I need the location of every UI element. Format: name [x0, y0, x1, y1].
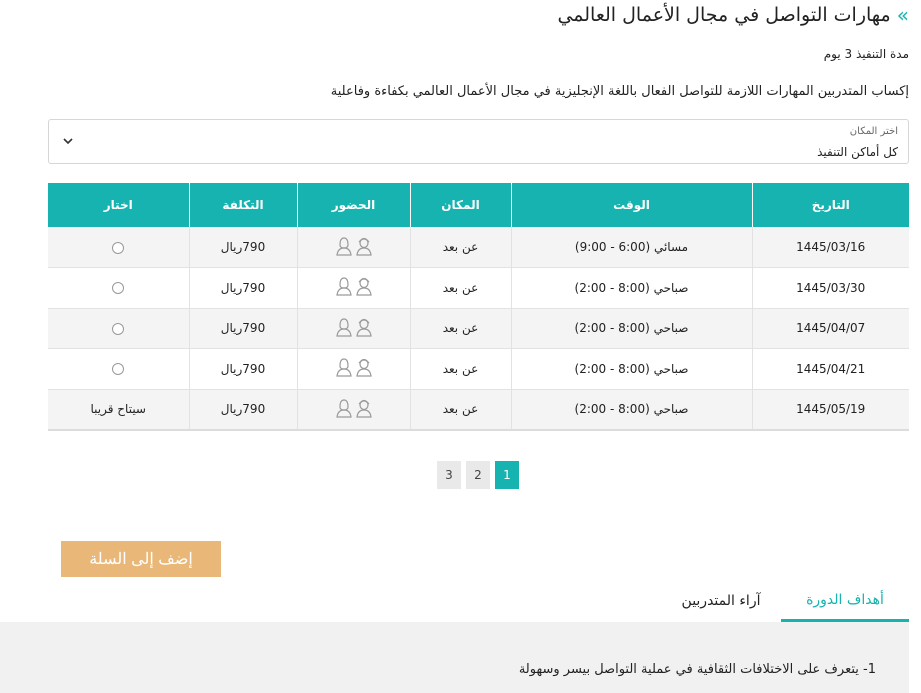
cell-cost: 790ريال	[188, 267, 297, 309]
attendance-icons	[335, 276, 373, 296]
female-icon	[335, 358, 352, 377]
female-icon	[335, 277, 352, 296]
course-title-row: » مهارات التواصل في مجال الأعمال العالمي	[557, 4, 909, 26]
attendance-icons	[335, 357, 373, 377]
female-icon	[335, 318, 352, 337]
table-row: 1445/05/19 صباحي (8:00 - 2:00) عن بعد 79…	[48, 389, 909, 431]
header-cost: التكلفة	[188, 183, 297, 227]
tab-trainee-reviews[interactable]: آراء المتدربين	[661, 580, 781, 622]
male-icon	[355, 237, 372, 256]
location-select-value: كل أماكن التنفيذ	[817, 145, 898, 159]
male-icon	[355, 359, 372, 377]
cell-date: 1445/04/21	[751, 348, 909, 390]
cell-attendance	[296, 389, 410, 431]
cell-time: صباحي (8:00 - 2:00)	[510, 348, 752, 390]
cell-attendance	[296, 308, 410, 349]
cell-time: صباحي (8:00 - 2:00)	[510, 308, 752, 349]
cell-attendance	[296, 348, 410, 390]
course-duration: مدة التنفيذ 3 يوم	[823, 47, 909, 61]
chevron-down-icon	[63, 138, 73, 145]
male-icon	[355, 278, 372, 296]
page-button-2[interactable]: 2	[466, 461, 490, 489]
cell-date: 1445/03/30	[751, 267, 909, 309]
cell-select-status: سيتاح قريبا	[48, 389, 189, 431]
attendance-icons	[335, 398, 373, 418]
female-icon	[335, 398, 352, 418]
location-select-label: اختر المكان	[849, 126, 898, 137]
cell-place: عن بعد	[409, 308, 511, 349]
cell-place: عن بعد	[409, 389, 511, 431]
cell-cost: 790ريال	[188, 389, 297, 431]
location-select[interactable]: اختر المكان كل أماكن التنفيذ	[48, 119, 909, 164]
cell-place: عن بعد	[409, 227, 511, 268]
table-row: 1445/04/07 صباحي (8:00 - 2:00) عن بعد 79…	[48, 308, 909, 349]
sessions-table: التاريخ الوقت المكان الحضور التكلفة اختا…	[48, 183, 909, 431]
pagination: 3 2 1	[437, 461, 519, 489]
attendance-icons	[335, 236, 373, 256]
header-time: الوقت	[510, 183, 752, 227]
double-chevron-icon: »	[896, 3, 909, 27]
cell-cost: 790ريال	[188, 227, 297, 268]
session-radio[interactable]	[112, 241, 125, 254]
cell-time: صباحي (8:00 - 2:00)	[510, 389, 752, 431]
session-radio[interactable]	[112, 322, 125, 335]
cell-cost: 790ريال	[188, 348, 297, 390]
cell-select	[48, 227, 189, 268]
tab-content-panel: 1- يتعرف على الاختلافات الثقافية في عملي…	[0, 622, 909, 693]
cell-time: مسائي (6:00 - 9:00)	[510, 227, 752, 268]
female-icon	[335, 236, 352, 256]
header-place: المكان	[409, 183, 511, 227]
cell-date: 1445/03/16	[751, 227, 909, 268]
page-button-3[interactable]: 3	[437, 461, 461, 489]
attendance-icons	[335, 317, 373, 337]
page-title: مهارات التواصل في مجال الأعمال العالمي	[557, 4, 891, 26]
cell-attendance	[296, 227, 410, 268]
course-description: إكساب المتدربين المهارات اللازمة للتواصل…	[330, 84, 909, 99]
cell-date: 1445/05/19	[751, 389, 909, 431]
male-icon	[355, 318, 372, 337]
table-row: 1445/03/30 صباحي (8:00 - 2:00) عن بعد 79…	[48, 267, 909, 309]
cell-time: صباحي (8:00 - 2:00)	[510, 267, 752, 309]
course-details-page: » مهارات التواصل في مجال الأعمال العالمي…	[0, 0, 921, 693]
tab-course-goals[interactable]: أهداف الدورة	[781, 580, 909, 622]
session-radio[interactable]	[112, 363, 125, 376]
goal-item: 1- يتعرف على الاختلافات الثقافية في عملي…	[518, 662, 876, 677]
header-date: التاريخ	[751, 183, 909, 227]
cell-cost: 790ريال	[188, 308, 297, 349]
course-tabs: أهداف الدورة آراء المتدربين	[12, 580, 909, 622]
table-row: 1445/03/16 مسائي (6:00 - 9:00) عن بعد 79…	[48, 227, 909, 268]
session-radio[interactable]	[112, 282, 125, 295]
male-icon	[355, 399, 372, 418]
add-to-cart-button[interactable]: إضف إلى السلة	[61, 541, 221, 577]
header-select: اختار	[48, 183, 189, 227]
cell-place: عن بعد	[409, 348, 511, 390]
cell-select	[48, 348, 189, 390]
header-attendance: الحضور	[296, 183, 410, 227]
cell-place: عن بعد	[409, 267, 511, 309]
table-row: 1445/04/21 صباحي (8:00 - 2:00) عن بعد 79…	[48, 348, 909, 390]
cell-attendance	[296, 267, 410, 309]
cell-date: 1445/04/07	[751, 308, 909, 349]
cell-select	[48, 267, 189, 309]
page-button-1[interactable]: 1	[495, 461, 519, 489]
cell-select	[48, 308, 189, 349]
table-header-row: التاريخ الوقت المكان الحضور التكلفة اختا…	[48, 183, 909, 227]
